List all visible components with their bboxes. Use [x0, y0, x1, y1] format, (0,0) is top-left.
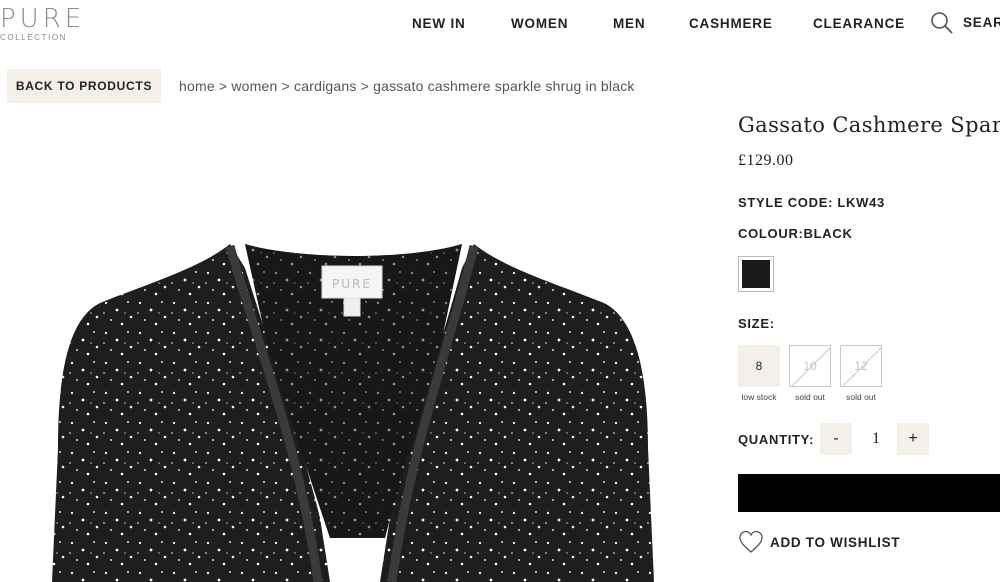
quantity-decrement-button[interactable]: - [820, 423, 852, 455]
nav-new-in[interactable]: NEW IN [412, 15, 466, 31]
size-note-8: low stock [741, 392, 777, 402]
size-note-10: sold out [795, 392, 825, 402]
neck-tag-text: PURE [332, 277, 372, 291]
style-code: STYLE CODE: LKW43 [738, 195, 885, 210]
quantity-increment-button[interactable]: + [897, 423, 929, 455]
size-note-12: sold out [846, 392, 876, 402]
colour-label: COLOUR:BLACK [738, 226, 853, 241]
add-to-bag-button[interactable] [738, 474, 1000, 512]
nav-women[interactable]: WOMEN [511, 15, 568, 31]
quantity-input[interactable] [858, 425, 894, 453]
nav-clearance[interactable]: CLEARANCE [813, 15, 905, 31]
product-image[interactable]: PURE [0, 118, 720, 582]
nav-men[interactable]: MEN [613, 15, 645, 31]
size-option-12[interactable]: 12 [840, 345, 882, 387]
product-title: Gassato Cashmere Spark [738, 113, 1000, 137]
colour-swatch-black[interactable] [738, 256, 774, 292]
back-to-products-button[interactable]: BACK TO PRODUCTS [7, 69, 161, 103]
size-option-10[interactable]: 10 [789, 345, 831, 387]
search-label[interactable]: SEAR [963, 15, 1000, 30]
quantity-label: QUANTITY: [738, 432, 815, 447]
nav-cashmere[interactable]: CASHMERE [689, 15, 773, 31]
swatch-fill [742, 260, 770, 288]
brand-sub: COLLECTION [0, 33, 68, 42]
breadcrumb[interactable]: home > women > cardigans > gassato cashm… [179, 78, 635, 94]
size-option-8[interactable]: 8 [738, 345, 780, 387]
wishlist-label: ADD TO WISHLIST [770, 534, 901, 550]
cardigan-illustration: PURE [52, 244, 654, 582]
product-price: £129.00 [738, 152, 794, 169]
brand-logo[interactable]: PURE COLLECTION [0, 6, 90, 42]
search-icon[interactable] [930, 11, 954, 35]
brand-name: PURE [0, 4, 86, 34]
size-label: SIZE: [738, 316, 775, 331]
heart-icon [739, 530, 763, 553]
add-to-wishlist-button[interactable]: ADD TO WISHLIST [738, 528, 900, 556]
